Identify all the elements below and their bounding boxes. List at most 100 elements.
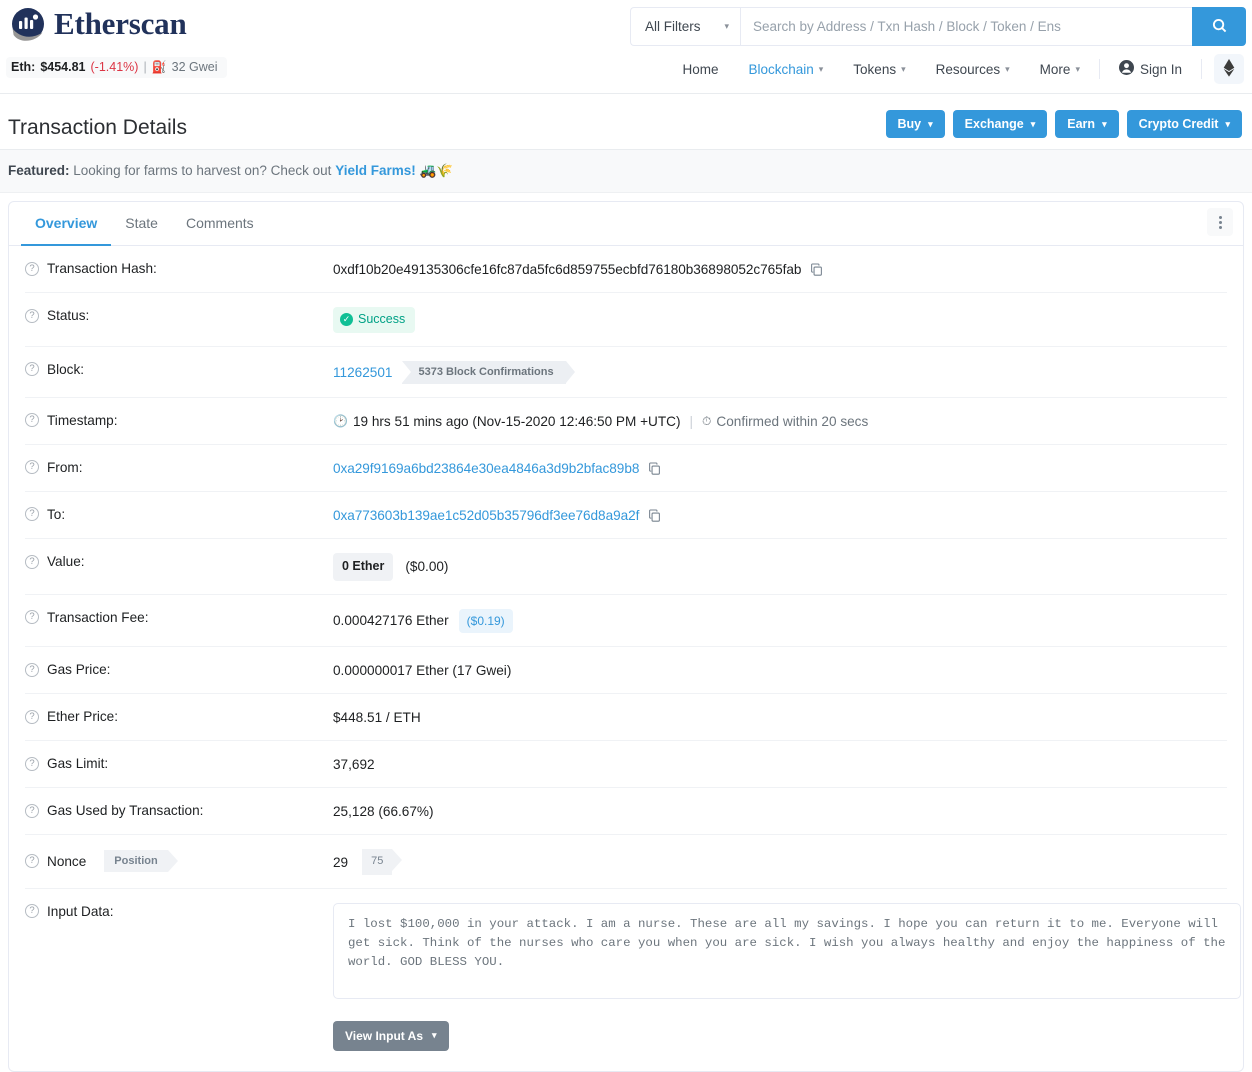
value-to: 0xa773603b139ae1c52d05b35796df3ee76d8a9a…	[333, 506, 1227, 525]
help-icon[interactable]: ?	[25, 904, 39, 919]
copy-icon[interactable]	[648, 509, 661, 522]
value-gas-used: 25,128 (66.67%)	[333, 804, 434, 820]
nav-item-tokens[interactable]: Tokens ▾	[838, 56, 920, 83]
tab-label: Overview	[35, 214, 98, 231]
nav-item-more[interactable]: More ▾	[1025, 56, 1095, 83]
check-circle-icon: ✓	[340, 313, 353, 327]
value-input-data: View Input As ▾	[333, 902, 1241, 1051]
from-address-link[interactable]: 0xa29f9169a6bd23864e30ea4846a3d9b2bfac89…	[333, 459, 639, 478]
value-amount: 0 Ether ($0.00)	[333, 553, 1227, 581]
label-text: Gas Limit:	[47, 756, 109, 772]
row-timestamp: ? Timestamp: 🕑 19 hrs 51 mins ago (Nov-1…	[25, 398, 1227, 445]
farm-emoji-icon: 🚜🌾	[419, 163, 454, 178]
chevron-down-icon: ▾	[818, 63, 824, 74]
label-value: ? Value:	[25, 553, 333, 569]
label-text: Transaction Hash:	[47, 261, 157, 276]
help-icon[interactable]: ?	[25, 261, 39, 276]
help-icon[interactable]: ?	[25, 662, 39, 677]
buy-button[interactable]: Buy ▾	[885, 110, 945, 138]
search-icon	[1212, 18, 1227, 36]
search-bar: All Filters ▾	[630, 7, 1246, 46]
value-transaction-hash: 0xdf10b20e49135306cfe16fc87da5fc6d859755…	[333, 260, 1227, 279]
row-ether-price: ? Ether Price: $448.51 / ETH	[25, 694, 1227, 742]
search-submit-button[interactable]	[1192, 7, 1246, 46]
page-header: Transaction Details Buy ▾ Exchange ▾ Ear…	[0, 94, 1252, 150]
nav-item-blockchain[interactable]: Blockchain ▾	[733, 56, 838, 83]
to-address-link[interactable]: 0xa773603b139ae1c52d05b35796df3ee76d8a9a…	[333, 506, 639, 525]
main-navigation: Home Blockchain ▾ Tokens ▾ Resources ▾ M…	[667, 54, 1244, 84]
tab-overview[interactable]: Overview	[21, 203, 112, 246]
view-input-as-button[interactable]: View Input As ▾	[333, 1020, 449, 1051]
help-icon[interactable]: ?	[25, 709, 39, 724]
help-icon[interactable]: ?	[25, 507, 39, 522]
separator: |	[143, 60, 147, 74]
chevron-down-icon: ▾	[1225, 118, 1230, 129]
value-nonce: 29 75	[333, 849, 1227, 875]
help-icon[interactable]: ?	[25, 756, 39, 771]
earn-button[interactable]: Earn ▾	[1055, 110, 1119, 138]
help-icon[interactable]: ?	[25, 308, 39, 323]
dot	[1218, 220, 1222, 224]
yield-farms-link[interactable]: Yield Farms!	[335, 163, 416, 178]
label-ether-price: ? Ether Price:	[25, 708, 333, 724]
transaction-details-card: Overview State Comments ? Transaction Ha…	[8, 201, 1244, 1072]
copy-icon[interactable]	[648, 462, 661, 475]
dot	[1218, 215, 1222, 219]
nav-label: Resources	[935, 61, 1001, 77]
help-icon[interactable]: ?	[25, 854, 39, 869]
value-status: ✓ Success	[333, 307, 1227, 333]
transaction-hash-value: 0xdf10b20e49135306cfe16fc87da5fc6d859755…	[333, 262, 802, 277]
search-filter-dropdown[interactable]: All Filters ▾	[630, 7, 740, 46]
nonce-value: 29	[333, 854, 349, 870]
exchange-button[interactable]: Exchange ▾	[952, 110, 1048, 138]
label-text: Value:	[47, 554, 85, 570]
value-usd: ($0.00)	[405, 559, 449, 575]
nav-label: Home	[682, 61, 719, 77]
featured-text: Looking for farms to harvest on? Check o…	[73, 163, 332, 178]
eth-price-indicator[interactable]: Eth: $454.81 (-1.41%) | ⛽ 32 Gwei	[6, 57, 227, 78]
nav-item-resources[interactable]: Resources ▾	[921, 56, 1025, 83]
tab-state[interactable]: State	[111, 203, 172, 246]
value-block: 11262501 5373 Block Confirmations	[333, 360, 1227, 384]
detail-rows: ? Transaction Hash: 0xdf10b20e49135306cf…	[9, 246, 1243, 1071]
more-options-kebab-icon[interactable]	[1207, 208, 1233, 236]
help-icon[interactable]: ?	[25, 610, 39, 625]
help-icon[interactable]: ?	[25, 362, 39, 377]
help-icon[interactable]: ?	[25, 803, 39, 818]
label-timestamp: ? Timestamp:	[25, 412, 333, 428]
clock-icon: 🕑	[333, 414, 348, 429]
chevron-down-icon: ▾	[1075, 63, 1080, 74]
nav-item-home[interactable]: Home	[667, 56, 733, 83]
status-text: Success	[358, 312, 406, 327]
input-data-textarea[interactable]	[333, 902, 1241, 999]
search-filter-label: All Filters	[645, 19, 701, 34]
row-nonce: ? Nonce Position 29 75	[25, 835, 1227, 889]
brand-logo-link[interactable]: Etherscan	[8, 4, 187, 44]
chevron-down-icon: ▾	[1102, 118, 1107, 129]
row-gas-limit: ? Gas Limit: 37,692	[25, 741, 1227, 789]
search-input[interactable]	[740, 7, 1192, 46]
help-icon[interactable]: ?	[25, 460, 39, 475]
ethereum-network-button[interactable]	[1214, 54, 1244, 84]
value-timestamp: 🕑 19 hrs 51 mins ago (Nov-15-2020 12:46:…	[333, 412, 1227, 431]
nav-divider	[1201, 59, 1202, 79]
copy-icon[interactable]	[810, 263, 823, 276]
status-badge: ✓ Success	[333, 307, 416, 333]
help-icon[interactable]: ?	[25, 413, 39, 428]
crypto-credit-button[interactable]: Crypto Credit ▾	[1126, 110, 1242, 138]
sign-in-button[interactable]: Sign In	[1104, 54, 1197, 84]
stopwatch-icon: ⏱	[702, 414, 712, 429]
featured-prefix: Featured:	[8, 163, 70, 178]
chevron-down-icon: ▾	[432, 1030, 437, 1041]
nav-label: Tokens	[853, 61, 897, 77]
label-text: Gas Used by Transaction:	[47, 803, 204, 819]
brand-name: Etherscan	[54, 6, 187, 41]
nav-label: More	[1039, 61, 1071, 77]
help-icon[interactable]: ?	[25, 554, 39, 569]
earn-label: Earn	[1067, 117, 1096, 131]
tab-comments[interactable]: Comments	[172, 203, 268, 246]
tab-bar: Overview State Comments	[9, 202, 1243, 246]
user-circle-icon	[1118, 60, 1134, 78]
view-input-as-label: View Input As	[345, 1028, 424, 1043]
block-number-link[interactable]: 11262501	[333, 363, 392, 382]
